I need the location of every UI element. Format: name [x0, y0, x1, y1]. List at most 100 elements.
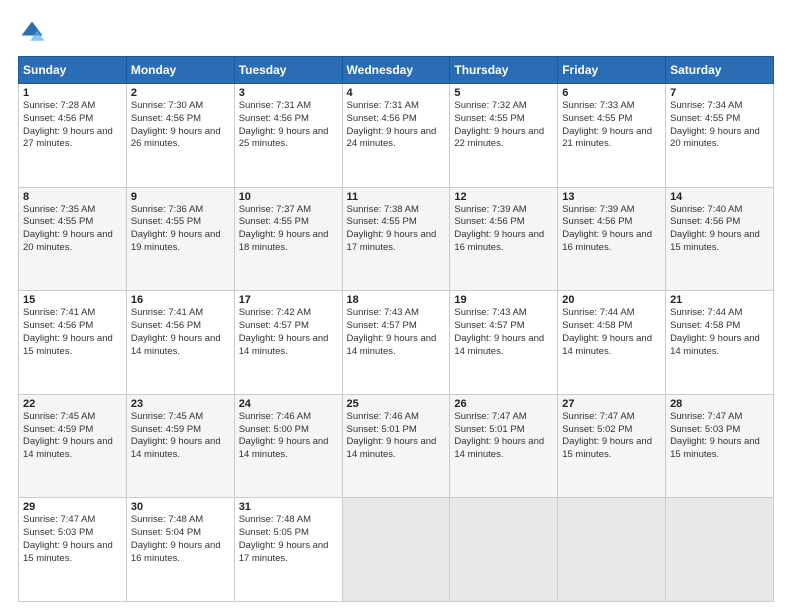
- day-info: Sunrise: 7:30 AMSunset: 4:56 PMDaylight:…: [131, 100, 230, 151]
- calendar-week-3: 15Sunrise: 7:41 AMSunset: 4:56 PMDayligh…: [19, 291, 774, 395]
- calendar-day-4: 4Sunrise: 7:31 AMSunset: 4:56 PMDaylight…: [342, 84, 450, 188]
- day-info: Sunrise: 7:44 AMSunset: 4:58 PMDaylight:…: [562, 307, 661, 358]
- day-info: Sunrise: 7:34 AMSunset: 4:55 PMDaylight:…: [670, 100, 769, 151]
- day-info: Sunrise: 7:48 AMSunset: 5:04 PMDaylight:…: [131, 514, 230, 565]
- day-info: Sunrise: 7:33 AMSunset: 4:55 PMDaylight:…: [562, 100, 661, 151]
- calendar-dow-sunday: Sunday: [19, 57, 127, 84]
- page: SundayMondayTuesdayWednesdayThursdayFrid…: [0, 0, 792, 612]
- day-info: Sunrise: 7:28 AMSunset: 4:56 PMDaylight:…: [23, 100, 122, 151]
- day-number: 18: [347, 294, 446, 306]
- day-info: Sunrise: 7:32 AMSunset: 4:55 PMDaylight:…: [454, 100, 553, 151]
- calendar-day-1: 1Sunrise: 7:28 AMSunset: 4:56 PMDaylight…: [19, 84, 127, 188]
- day-info: Sunrise: 7:41 AMSunset: 4:56 PMDaylight:…: [131, 307, 230, 358]
- calendar-day-28: 28Sunrise: 7:47 AMSunset: 5:03 PMDayligh…: [666, 394, 774, 498]
- day-info: Sunrise: 7:47 AMSunset: 5:02 PMDaylight:…: [562, 411, 661, 462]
- calendar-day-13: 13Sunrise: 7:39 AMSunset: 4:56 PMDayligh…: [558, 187, 666, 291]
- day-info: Sunrise: 7:36 AMSunset: 4:55 PMDaylight:…: [131, 204, 230, 255]
- calendar-empty: [666, 498, 774, 602]
- calendar-day-18: 18Sunrise: 7:43 AMSunset: 4:57 PMDayligh…: [342, 291, 450, 395]
- calendar-day-26: 26Sunrise: 7:47 AMSunset: 5:01 PMDayligh…: [450, 394, 558, 498]
- calendar-day-27: 27Sunrise: 7:47 AMSunset: 5:02 PMDayligh…: [558, 394, 666, 498]
- day-info: Sunrise: 7:35 AMSunset: 4:55 PMDaylight:…: [23, 204, 122, 255]
- calendar-dow-tuesday: Tuesday: [234, 57, 342, 84]
- calendar-week-1: 1Sunrise: 7:28 AMSunset: 4:56 PMDaylight…: [19, 84, 774, 188]
- day-number: 12: [454, 191, 553, 203]
- day-number: 1: [23, 87, 122, 99]
- calendar-day-17: 17Sunrise: 7:42 AMSunset: 4:57 PMDayligh…: [234, 291, 342, 395]
- day-number: 6: [562, 87, 661, 99]
- calendar-day-10: 10Sunrise: 7:37 AMSunset: 4:55 PMDayligh…: [234, 187, 342, 291]
- day-number: 25: [347, 398, 446, 410]
- calendar-day-15: 15Sunrise: 7:41 AMSunset: 4:56 PMDayligh…: [19, 291, 127, 395]
- calendar-week-4: 22Sunrise: 7:45 AMSunset: 4:59 PMDayligh…: [19, 394, 774, 498]
- day-number: 10: [239, 191, 338, 203]
- day-number: 2: [131, 87, 230, 99]
- day-info: Sunrise: 7:41 AMSunset: 4:56 PMDaylight:…: [23, 307, 122, 358]
- day-info: Sunrise: 7:46 AMSunset: 5:00 PMDaylight:…: [239, 411, 338, 462]
- calendar-dow-saturday: Saturday: [666, 57, 774, 84]
- day-number: 28: [670, 398, 769, 410]
- calendar-day-30: 30Sunrise: 7:48 AMSunset: 5:04 PMDayligh…: [126, 498, 234, 602]
- calendar-day-7: 7Sunrise: 7:34 AMSunset: 4:55 PMDaylight…: [666, 84, 774, 188]
- day-info: Sunrise: 7:31 AMSunset: 4:56 PMDaylight:…: [347, 100, 446, 151]
- calendar-week-5: 29Sunrise: 7:47 AMSunset: 5:03 PMDayligh…: [19, 498, 774, 602]
- day-info: Sunrise: 7:47 AMSunset: 5:03 PMDaylight:…: [23, 514, 122, 565]
- calendar-day-12: 12Sunrise: 7:39 AMSunset: 4:56 PMDayligh…: [450, 187, 558, 291]
- calendar-dow-thursday: Thursday: [450, 57, 558, 84]
- calendar-empty: [450, 498, 558, 602]
- calendar-day-23: 23Sunrise: 7:45 AMSunset: 4:59 PMDayligh…: [126, 394, 234, 498]
- day-info: Sunrise: 7:37 AMSunset: 4:55 PMDaylight:…: [239, 204, 338, 255]
- calendar-day-8: 8Sunrise: 7:35 AMSunset: 4:55 PMDaylight…: [19, 187, 127, 291]
- day-number: 20: [562, 294, 661, 306]
- logo-icon: [18, 18, 46, 46]
- calendar-day-9: 9Sunrise: 7:36 AMSunset: 4:55 PMDaylight…: [126, 187, 234, 291]
- calendar-dow-wednesday: Wednesday: [342, 57, 450, 84]
- day-number: 24: [239, 398, 338, 410]
- day-number: 8: [23, 191, 122, 203]
- day-number: 11: [347, 191, 446, 203]
- calendar-table: SundayMondayTuesdayWednesdayThursdayFrid…: [18, 56, 774, 602]
- day-number: 31: [239, 501, 338, 513]
- day-info: Sunrise: 7:31 AMSunset: 4:56 PMDaylight:…: [239, 100, 338, 151]
- calendar-day-29: 29Sunrise: 7:47 AMSunset: 5:03 PMDayligh…: [19, 498, 127, 602]
- calendar-day-6: 6Sunrise: 7:33 AMSunset: 4:55 PMDaylight…: [558, 84, 666, 188]
- calendar-day-11: 11Sunrise: 7:38 AMSunset: 4:55 PMDayligh…: [342, 187, 450, 291]
- calendar-header-row: SundayMondayTuesdayWednesdayThursdayFrid…: [19, 57, 774, 84]
- day-info: Sunrise: 7:47 AMSunset: 5:03 PMDaylight:…: [670, 411, 769, 462]
- day-number: 16: [131, 294, 230, 306]
- day-info: Sunrise: 7:48 AMSunset: 5:05 PMDaylight:…: [239, 514, 338, 565]
- logo: [18, 18, 50, 46]
- day-number: 13: [562, 191, 661, 203]
- calendar-day-20: 20Sunrise: 7:44 AMSunset: 4:58 PMDayligh…: [558, 291, 666, 395]
- day-number: 30: [131, 501, 230, 513]
- day-number: 14: [670, 191, 769, 203]
- day-info: Sunrise: 7:42 AMSunset: 4:57 PMDaylight:…: [239, 307, 338, 358]
- calendar-week-2: 8Sunrise: 7:35 AMSunset: 4:55 PMDaylight…: [19, 187, 774, 291]
- calendar-day-22: 22Sunrise: 7:45 AMSunset: 4:59 PMDayligh…: [19, 394, 127, 498]
- calendar-empty: [342, 498, 450, 602]
- day-number: 19: [454, 294, 553, 306]
- calendar-day-19: 19Sunrise: 7:43 AMSunset: 4:57 PMDayligh…: [450, 291, 558, 395]
- day-info: Sunrise: 7:45 AMSunset: 4:59 PMDaylight:…: [23, 411, 122, 462]
- calendar-day-31: 31Sunrise: 7:48 AMSunset: 5:05 PMDayligh…: [234, 498, 342, 602]
- calendar-dow-friday: Friday: [558, 57, 666, 84]
- header: [18, 18, 774, 46]
- day-number: 22: [23, 398, 122, 410]
- calendar-day-21: 21Sunrise: 7:44 AMSunset: 4:58 PMDayligh…: [666, 291, 774, 395]
- calendar-day-16: 16Sunrise: 7:41 AMSunset: 4:56 PMDayligh…: [126, 291, 234, 395]
- day-number: 29: [23, 501, 122, 513]
- calendar-day-2: 2Sunrise: 7:30 AMSunset: 4:56 PMDaylight…: [126, 84, 234, 188]
- calendar-day-25: 25Sunrise: 7:46 AMSunset: 5:01 PMDayligh…: [342, 394, 450, 498]
- calendar-empty: [558, 498, 666, 602]
- day-number: 5: [454, 87, 553, 99]
- day-info: Sunrise: 7:43 AMSunset: 4:57 PMDaylight:…: [347, 307, 446, 358]
- calendar-dow-monday: Monday: [126, 57, 234, 84]
- day-info: Sunrise: 7:38 AMSunset: 4:55 PMDaylight:…: [347, 204, 446, 255]
- day-info: Sunrise: 7:39 AMSunset: 4:56 PMDaylight:…: [562, 204, 661, 255]
- day-number: 3: [239, 87, 338, 99]
- day-info: Sunrise: 7:46 AMSunset: 5:01 PMDaylight:…: [347, 411, 446, 462]
- day-number: 17: [239, 294, 338, 306]
- calendar-day-5: 5Sunrise: 7:32 AMSunset: 4:55 PMDaylight…: [450, 84, 558, 188]
- day-info: Sunrise: 7:39 AMSunset: 4:56 PMDaylight:…: [454, 204, 553, 255]
- day-number: 23: [131, 398, 230, 410]
